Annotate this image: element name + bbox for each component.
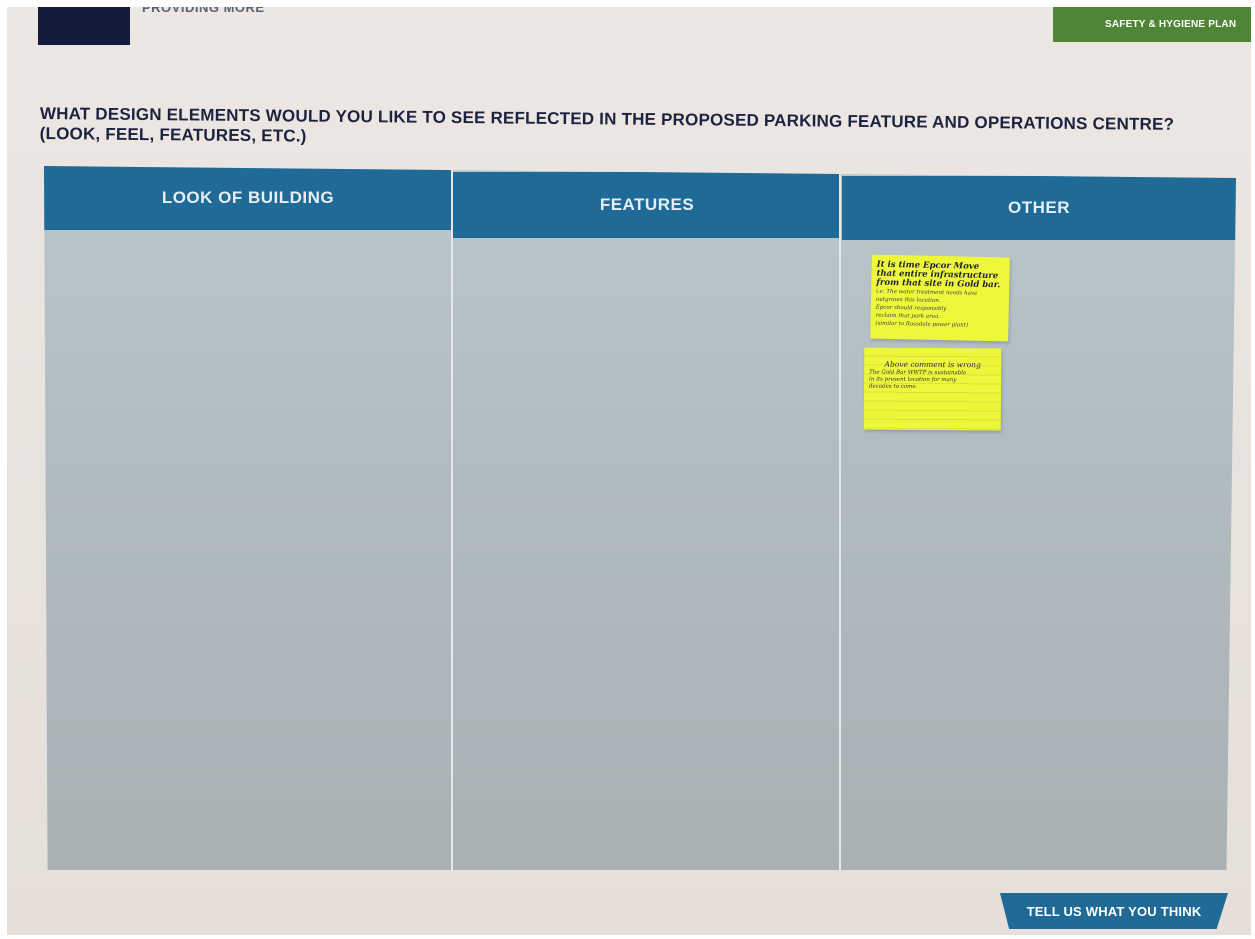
photo-border bbox=[0, 0, 1255, 7]
sticky-note-line: (similar to Rossdale power plant) bbox=[875, 320, 969, 329]
column-look-of-building: LOOK OF BUILDING bbox=[44, 166, 452, 870]
photo-border bbox=[0, 0, 7, 939]
photo-border bbox=[0, 935, 1255, 939]
sticky-note-line: decades to come. bbox=[868, 383, 918, 390]
column-features: FEATURES bbox=[453, 166, 841, 870]
column-header-look-of-building: LOOK OF BUILDING bbox=[44, 166, 452, 230]
safety-banner: SAFETY & HYGIENE PLAN bbox=[1053, 7, 1251, 42]
question-heading: WHAT DESIGN ELEMENTS WOULD YOU LIKE TO S… bbox=[40, 104, 1210, 155]
column-header-other: OTHER bbox=[842, 176, 1236, 240]
sticky-note: It is time Epcor Move that entire infras… bbox=[870, 254, 1010, 342]
photo: PROVIDING MORE SAFETY & HYGIENE PLAN WHA… bbox=[0, 0, 1255, 939]
column-header-features: FEATURES bbox=[453, 172, 841, 238]
sticky-note: Above comment is wrong The Gold Bar WWTP… bbox=[863, 347, 1002, 431]
tell-us-banner: TELL US WHAT YOU THINK bbox=[1000, 893, 1228, 929]
column-divider bbox=[451, 166, 453, 870]
photo-border bbox=[1251, 0, 1255, 939]
response-board: LOOK OF BUILDING FEATURES OTHER bbox=[44, 166, 1236, 870]
column-divider bbox=[839, 166, 841, 870]
logo bbox=[38, 7, 130, 45]
